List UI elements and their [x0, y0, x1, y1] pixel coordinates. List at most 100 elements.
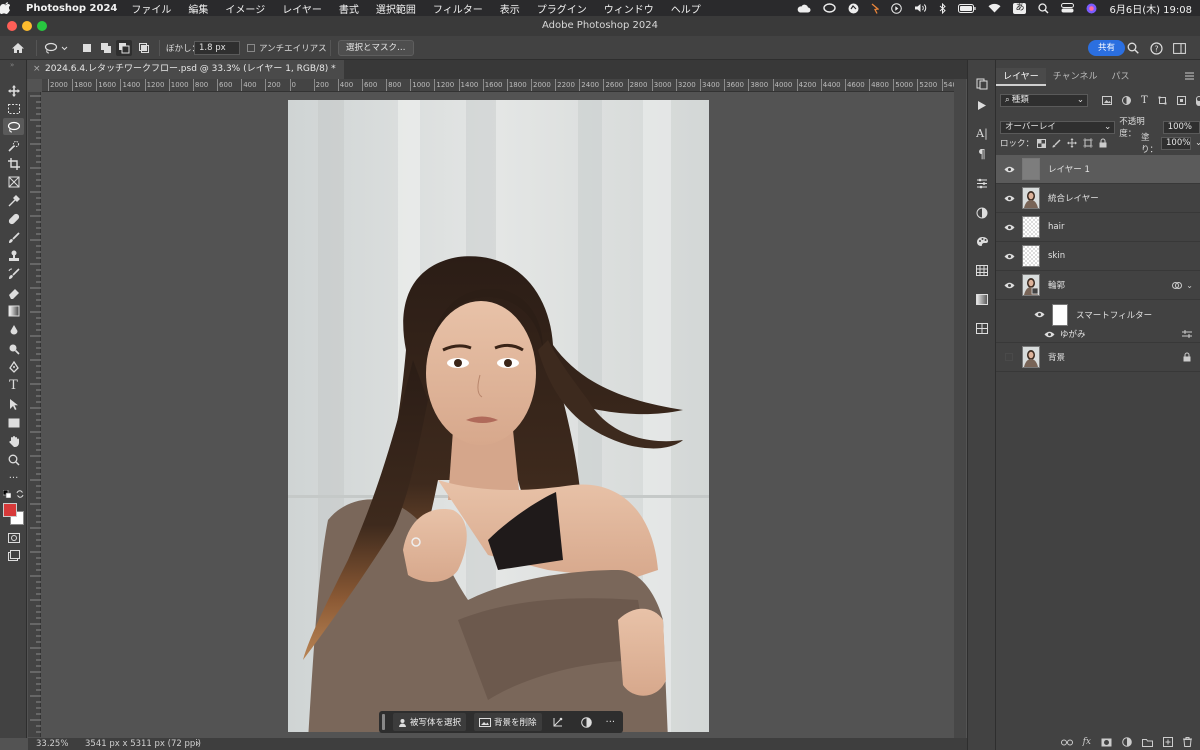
wifi-icon[interactable]	[988, 3, 1001, 13]
layer-filter-kind-select[interactable]: ⌕ 種類 ⌄	[1000, 94, 1088, 107]
default-colors-icon[interactable]	[3, 490, 11, 498]
color-panel-icon[interactable]	[974, 233, 990, 249]
brush-tool-icon[interactable]	[3, 229, 24, 246]
document-tab[interactable]: × 2024.6.4.レタッチワークフロー.psd @ 33.3% (レイヤー …	[27, 60, 344, 79]
history-panel-icon[interactable]	[974, 76, 990, 92]
filter-name[interactable]: ゆがみ	[1060, 328, 1086, 340]
object-selection-tool-icon[interactable]	[3, 137, 24, 154]
move-tool-icon[interactable]	[3, 82, 24, 99]
filter-toggle-icon[interactable]	[1195, 95, 1200, 106]
lock-image-pixels-icon[interactable]	[1052, 139, 1061, 148]
apple-menu-icon[interactable]	[0, 2, 26, 14]
lock-position-icon[interactable]	[1067, 138, 1078, 148]
battery-icon[interactable]	[958, 3, 977, 13]
new-selection-icon[interactable]	[82, 36, 92, 60]
layer-row[interactable]: 輪郭 ⌄	[996, 271, 1200, 300]
visibility-eye-icon[interactable]	[1000, 166, 1018, 173]
antialias-checkbox-box[interactable]	[247, 44, 255, 52]
add-mask-icon[interactable]	[1101, 738, 1112, 747]
marquee-tool-icon[interactable]	[3, 100, 24, 117]
visibility-eye-icon[interactable]	[1000, 224, 1018, 231]
hand-tool-icon[interactable]	[3, 432, 24, 449]
swatches-panel-icon[interactable]	[974, 262, 990, 278]
cloud-icon[interactable]	[797, 4, 811, 13]
control-center-icon[interactable]	[1061, 3, 1075, 13]
more-options-icon[interactable]: ···	[606, 717, 616, 728]
character-panel-icon[interactable]: A|	[974, 125, 990, 141]
tab-channels[interactable]: チャンネル	[1046, 68, 1105, 86]
toolbar-collapse-icon[interactable]: »	[10, 61, 14, 69]
layer-name[interactable]: hair	[1048, 222, 1064, 232]
zoom-window-button[interactable]	[37, 21, 47, 31]
patterns-panel-icon[interactable]	[974, 320, 990, 336]
workspace-icon[interactable]	[1173, 36, 1186, 60]
lock-all-icon[interactable]	[1099, 138, 1107, 148]
blur-tool-icon[interactable]	[3, 321, 24, 338]
layer-row[interactable]: 統合レイヤー	[996, 184, 1200, 213]
layer-style-fx-icon[interactable]: fx	[1083, 737, 1091, 747]
filter-blending-options-icon[interactable]	[1182, 330, 1192, 338]
type-tool-icon[interactable]: T	[3, 377, 24, 394]
adjustments-panel-icon[interactable]	[974, 205, 990, 221]
rectangle-tool-icon[interactable]	[3, 414, 24, 431]
zoom-tool-icon[interactable]	[3, 451, 24, 468]
menu-plugins[interactable]: プラグイン	[537, 1, 587, 16]
layer-name[interactable]: 統合レイヤー	[1048, 192, 1099, 204]
share-button[interactable]: 共有	[1088, 40, 1126, 56]
layer-name[interactable]: skin	[1048, 251, 1065, 261]
new-group-icon[interactable]	[1142, 738, 1153, 747]
menu-image[interactable]: イメージ	[225, 1, 265, 16]
visibility-eye-icon[interactable]	[1000, 253, 1018, 260]
filter-effects-icon[interactable]	[1172, 281, 1182, 290]
more-tools-icon[interactable]: ···	[3, 470, 24, 487]
lasso-tool-preset-picker[interactable]	[44, 36, 68, 60]
menu-filter[interactable]: フィルター	[433, 1, 483, 16]
history-brush-tool-icon[interactable]	[3, 265, 24, 282]
transform-icon[interactable]	[552, 717, 563, 728]
app-menu[interactable]: Photoshop 2024	[26, 3, 117, 14]
menu-help[interactable]: ヘルプ	[671, 1, 701, 16]
gradients-panel-icon[interactable]	[974, 291, 990, 307]
chevron-down-icon[interactable]: ⌄	[1195, 138, 1200, 148]
help-icon[interactable]: ?	[1150, 36, 1163, 60]
eyedropper-tool-icon[interactable]	[3, 192, 24, 209]
quick-mask-icon[interactable]	[3, 529, 24, 546]
menu-type[interactable]: 書式	[339, 1, 359, 16]
layer-name[interactable]: レイヤー 1	[1048, 163, 1090, 175]
play-icon[interactable]	[891, 2, 903, 14]
opacity-input[interactable]: 100%⌄	[1162, 120, 1200, 134]
layer-thumbnail[interactable]	[1022, 158, 1040, 180]
menubar-clock[interactable]: 6月6日(木) 19:08	[1109, 1, 1192, 16]
panel-menu-icon[interactable]	[1185, 72, 1194, 80]
filter-adjustment-icon[interactable]	[1122, 96, 1131, 105]
filter-shape-icon[interactable]	[1158, 96, 1167, 105]
filter-row[interactable]: ゆがみ	[996, 326, 1200, 343]
visibility-eye-icon[interactable]	[1040, 331, 1058, 338]
contextual-bar-drag-handle[interactable]	[382, 714, 385, 730]
visibility-eye-icon[interactable]	[1030, 311, 1048, 318]
volume-icon[interactable]	[914, 3, 927, 13]
layer-row[interactable]: 背景	[996, 343, 1200, 372]
home-icon[interactable]	[11, 36, 25, 60]
new-adjustment-layer-icon[interactable]	[1122, 737, 1132, 747]
gradient-tool-icon[interactable]	[3, 302, 24, 319]
paragraph-panel-icon[interactable]: ¶	[974, 146, 990, 162]
menu-select[interactable]: 選択範囲	[376, 1, 416, 16]
search-icon[interactable]	[1127, 36, 1139, 60]
select-subject-button[interactable]: 被写体を選択	[393, 713, 467, 731]
blend-mode-select[interactable]: オーバーレイ ⌄	[1000, 120, 1116, 134]
menu-edit[interactable]: 編集	[188, 1, 208, 16]
visibility-eye-icon[interactable]	[1000, 282, 1018, 289]
filter-type-icon[interactable]: T	[1141, 95, 1148, 106]
feather-input[interactable]: 1.8 px	[194, 41, 240, 55]
menu-file[interactable]: ファイル	[131, 1, 171, 16]
input-mode-indicator[interactable]: あ	[1013, 2, 1027, 14]
add-to-selection-icon[interactable]	[100, 36, 112, 60]
zoom-level[interactable]: 33.25%	[36, 738, 68, 750]
clone-stamp-tool-icon[interactable]	[3, 247, 24, 264]
layer-thumbnail[interactable]	[1022, 216, 1040, 238]
close-window-button[interactable]	[7, 21, 17, 31]
sync-icon[interactable]	[848, 3, 859, 14]
swap-colors-icon[interactable]	[16, 490, 24, 498]
status-menu-arrow[interactable]: ›	[196, 738, 199, 750]
